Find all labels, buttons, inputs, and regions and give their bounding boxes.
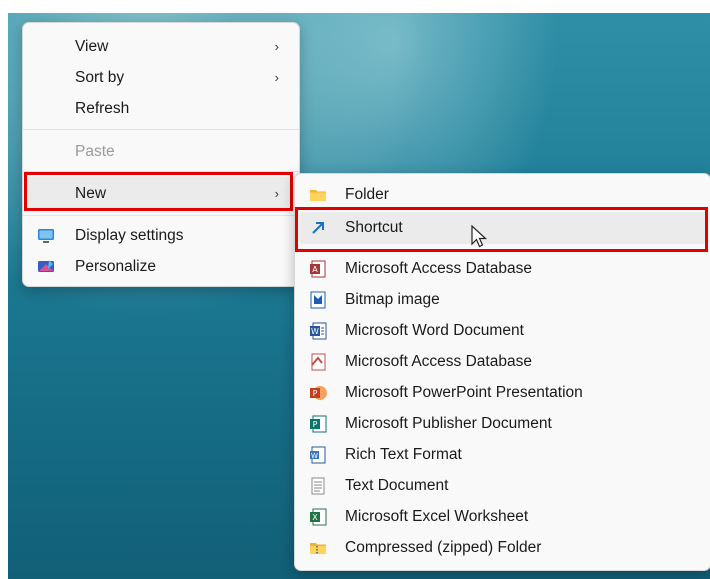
menu-item-paste: Paste: [23, 137, 299, 167]
menu-item-label: Bitmap image: [345, 291, 440, 308]
menu-item-view[interactable]: View ›: [23, 32, 299, 62]
svg-text:P: P: [313, 420, 318, 429]
menu-item-label: Text Document: [345, 477, 449, 494]
svg-text:A: A: [312, 265, 318, 274]
word-icon: W: [309, 322, 327, 340]
submenu-item-powerpoint[interactable]: P Microsoft PowerPoint Presentation: [295, 378, 710, 408]
submenu-item-bitmap[interactable]: Bitmap image: [295, 285, 710, 315]
submenu-item-rich-text[interactable]: W Rich Text Format: [295, 440, 710, 470]
display-icon: [37, 227, 55, 245]
menu-item-label: Microsoft Excel Worksheet: [345, 508, 529, 525]
menu-item-label: Rich Text Format: [345, 446, 462, 463]
menu-item-label: Personalize: [75, 258, 156, 275]
submenu-item-access-database-2[interactable]: Microsoft Access Database: [295, 347, 710, 377]
svg-text:P: P: [313, 389, 318, 398]
mouse-cursor-icon: [470, 224, 490, 250]
menu-item-label: Paste: [75, 143, 115, 160]
personalize-icon: [37, 258, 55, 276]
submenu-item-zip-folder[interactable]: Compressed (zipped) Folder: [295, 533, 710, 563]
menu-item-label: Microsoft Word Document: [345, 322, 524, 339]
powerpoint-icon: P: [309, 384, 327, 402]
text-document-icon: [309, 477, 327, 495]
menu-item-label: View: [75, 38, 109, 55]
menu-item-label: Microsoft Publisher Document: [345, 415, 552, 432]
chevron-right-icon: ›: [274, 69, 279, 85]
submenu-item-excel[interactable]: X Microsoft Excel Worksheet: [295, 502, 710, 532]
menu-separator: [23, 215, 299, 216]
highlight-box-new: [24, 172, 293, 211]
submenu-item-publisher[interactable]: P Microsoft Publisher Document: [295, 409, 710, 439]
menu-item-label: Microsoft PowerPoint Presentation: [345, 384, 583, 401]
highlight-box-shortcut: [295, 207, 708, 252]
menu-item-label: Microsoft Access Database: [345, 260, 532, 277]
menu-item-label: Compressed (zipped) Folder: [345, 539, 542, 556]
zip-folder-icon: [309, 539, 327, 557]
menu-separator: [23, 129, 299, 130]
menu-item-label: Display settings: [75, 227, 184, 244]
menu-item-label: Refresh: [75, 100, 130, 117]
menu-item-label: Sort by: [75, 69, 125, 86]
submenu-item-word-document[interactable]: W Microsoft Word Document: [295, 316, 710, 346]
folder-icon: [309, 186, 327, 204]
desktop-context-menu: View › Sort by › Refresh Paste New › Dis…: [22, 22, 300, 287]
chevron-right-icon: ›: [274, 38, 279, 54]
publisher-icon: P: [309, 415, 327, 433]
menu-item-display-settings[interactable]: Display settings: [23, 221, 299, 251]
menu-item-personalize[interactable]: Personalize: [23, 252, 299, 282]
access-icon: [309, 353, 327, 371]
menu-item-label: Folder: [345, 186, 389, 203]
excel-icon: X: [309, 508, 327, 526]
submenu-item-folder[interactable]: Folder: [295, 180, 710, 210]
rtf-icon: W: [309, 446, 327, 464]
menu-item-sort-by[interactable]: Sort by ›: [23, 63, 299, 93]
submenu-item-text-document[interactable]: Text Document: [295, 471, 710, 501]
menu-item-refresh[interactable]: Refresh: [23, 94, 299, 124]
svg-text:W: W: [311, 327, 319, 336]
bitmap-icon: [309, 291, 327, 309]
svg-text:X: X: [312, 513, 318, 522]
menu-item-label: Microsoft Access Database: [345, 353, 532, 370]
submenu-item-access-database[interactable]: A Microsoft Access Database: [295, 254, 710, 284]
svg-text:W: W: [311, 452, 318, 460]
access-icon: A: [309, 260, 327, 278]
